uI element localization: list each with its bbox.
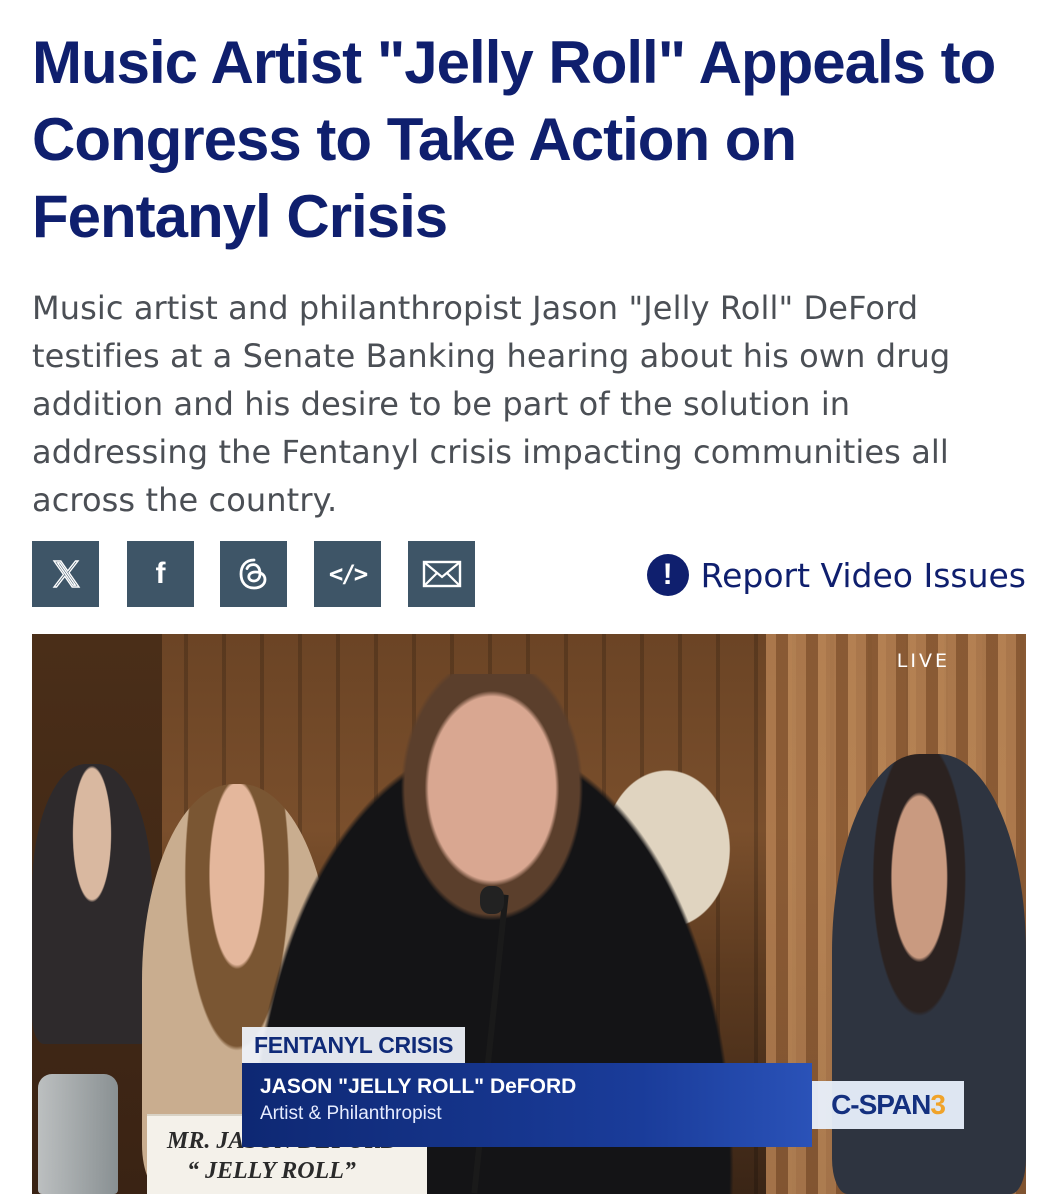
threads-icon	[239, 558, 266, 590]
share-bar: f </> ! Report Video Issues	[32, 541, 1026, 607]
share-embed-button[interactable]: </>	[314, 541, 381, 607]
network-logo-name: C-SPAN	[831, 1089, 931, 1120]
lower-third-name: JASON "JELLY ROLL" DeFORD	[260, 1075, 577, 1098]
water-bottles	[38, 1074, 118, 1194]
share-facebook-button[interactable]: f	[127, 541, 194, 607]
nameplate-line-2: “ JELLY ROLL”	[187, 1158, 356, 1184]
network-logo: C-SPAN 3	[812, 1081, 964, 1129]
lower-third-topic: FENTANYL CRISIS	[242, 1027, 466, 1063]
share-x-button[interactable]	[32, 541, 99, 607]
report-video-issues-label: Report Video Issues	[700, 555, 1026, 595]
lower-third-title: Artist & Philanthropist	[260, 1103, 442, 1124]
audience-member	[32, 764, 152, 1044]
microphone-head	[480, 886, 504, 914]
article-headline: Music Artist "Jelly Roll" Appeals to Con…	[32, 29, 996, 250]
share-threads-button[interactable]	[220, 541, 287, 607]
email-icon	[422, 560, 461, 588]
embed-icon: </>	[328, 560, 368, 588]
report-video-issues-link[interactable]: ! Report Video Issues	[646, 551, 1026, 599]
article-description: Music artist and philanthropist Jason "J…	[32, 289, 951, 519]
alert-icon: !	[646, 554, 689, 596]
facebook-icon: f	[155, 557, 166, 590]
share-email-button[interactable]	[408, 541, 475, 607]
x-icon	[52, 560, 80, 588]
lower-third: JASON "JELLY ROLL" DeFORD Artist & Phila…	[242, 1063, 812, 1147]
video-player[interactable]: MR. JASON DEFORD “ JELLY ROLL” LIVE FENT…	[32, 634, 1026, 1194]
live-badge: LIVE	[896, 650, 950, 672]
network-logo-number: 3	[930, 1089, 946, 1120]
